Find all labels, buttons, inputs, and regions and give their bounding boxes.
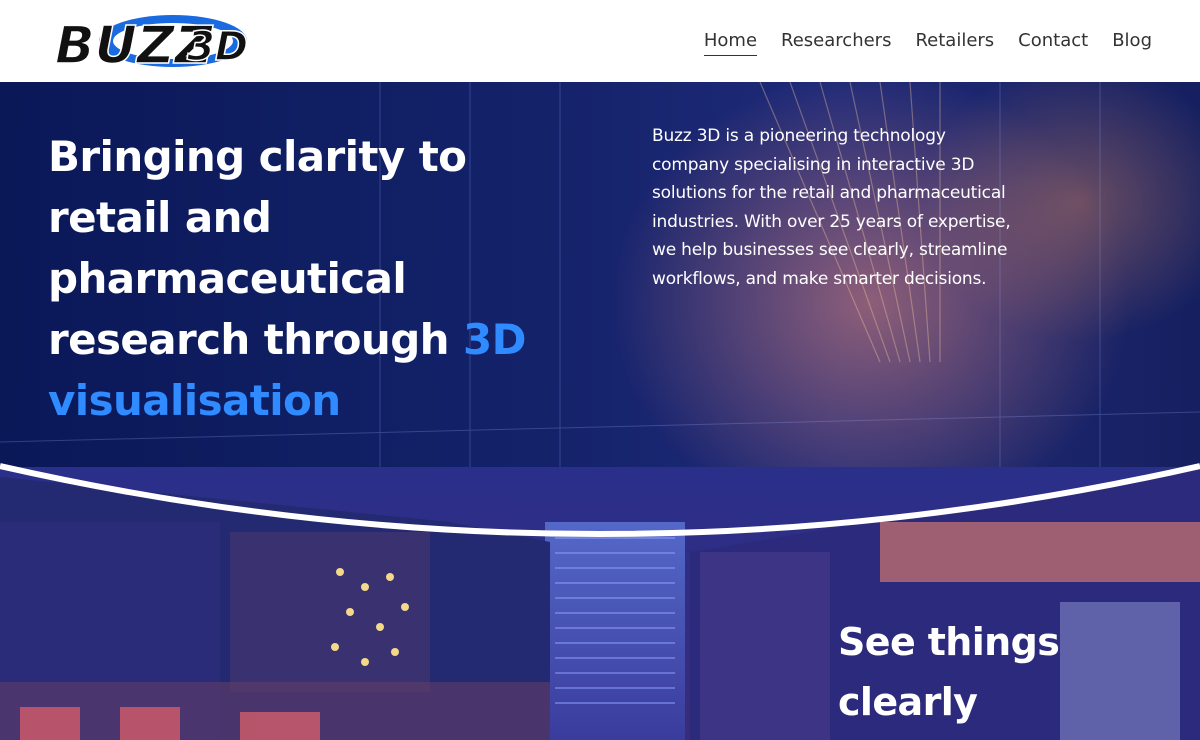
main-nav: Home Researchers Retailers Contact Blog: [703, 30, 1152, 56]
section-subheading: See things clearly: [838, 620, 1060, 724]
headline-text: Bringing clarity to retail and pharmaceu…: [48, 132, 467, 364]
nav-researchers[interactable]: Researchers: [781, 30, 891, 56]
hero-intro: Buzz 3D is a pioneering technology compa…: [652, 126, 1011, 289]
nav-contact[interactable]: Contact: [1018, 30, 1088, 56]
svg-text:3D: 3D: [187, 24, 248, 70]
hero-headline: Bringing clarity to retail and pharmaceu…: [48, 126, 568, 431]
logo-link[interactable]: BUZZ 3D: [54, 8, 250, 77]
nav-retailers[interactable]: Retailers: [915, 30, 994, 56]
hero-section: Bringing clarity to retail and pharmaceu…: [0, 82, 1200, 740]
buzz3d-logo: BUZZ 3D: [54, 15, 249, 77]
nav-home[interactable]: Home: [703, 30, 758, 56]
nav-blog[interactable]: Blog: [1112, 30, 1152, 56]
site-header: BUZZ 3D Home Researchers Retailers Contact B…: [0, 0, 1200, 82]
